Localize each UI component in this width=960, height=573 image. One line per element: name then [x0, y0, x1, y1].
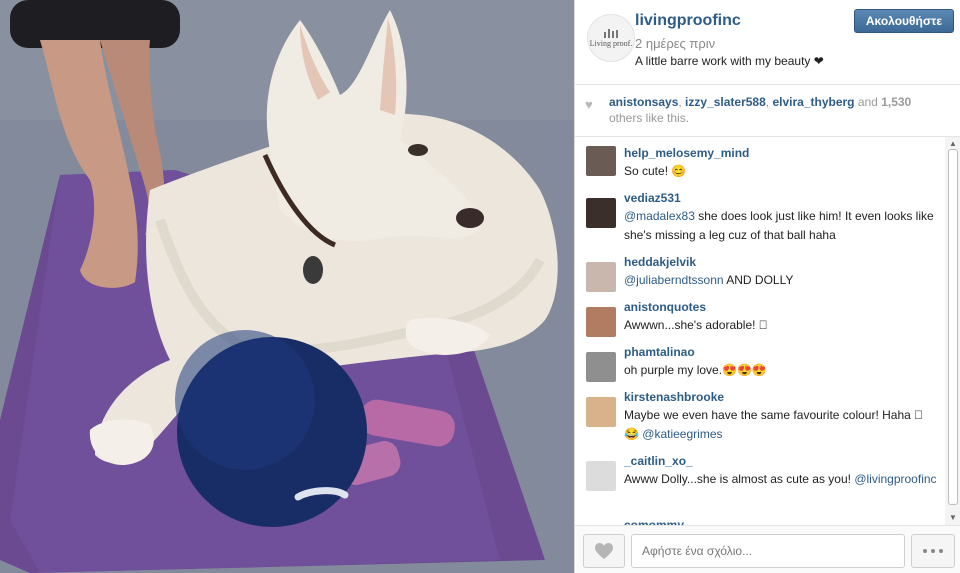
comment-mention[interactable]: @madalex83	[624, 209, 695, 223]
comment-text: @madalex83 she does look just like him! …	[624, 207, 937, 245]
post-caption: A little barre work with my beauty ❤	[635, 54, 824, 68]
scroll-down-arrow-icon[interactable]: ▼	[948, 513, 958, 523]
comments-scrollbar[interactable]: ▲ ▼	[945, 137, 960, 525]
comment-text-body: Awww Dolly...she is almost as cute as yo…	[624, 472, 855, 486]
likes-line: anistonsays, izzy_slater588, elvira_thyb…	[609, 94, 951, 110]
likes-and-text: and	[854, 95, 882, 109]
comment-mention[interactable]: @katieegrimes	[642, 427, 722, 441]
comment-input[interactable]	[631, 534, 905, 568]
comment-avatar[interactable]	[586, 461, 616, 491]
post-photo[interactable]	[0, 0, 574, 573]
comment-username[interactable]: comommy	[624, 516, 937, 525]
comment-item: phamtalinao oh purple my love.😍😍😍	[575, 343, 945, 382]
heart-icon	[595, 543, 613, 559]
comment-avatar[interactable]	[586, 397, 616, 427]
comment-text: Maybe we even have the same favourite co…	[624, 406, 937, 444]
comment-item: heddakjelvik @juliaberndtssonn AND DOLLY	[575, 253, 945, 292]
comment-avatar[interactable]	[586, 262, 616, 292]
comment-username[interactable]: help_melosemy_mind	[624, 144, 937, 162]
instagram-post-viewer: Living proof. livingproofinc 2 ημέρες πρ…	[0, 0, 960, 573]
like-button[interactable]	[583, 534, 625, 568]
comment-avatar[interactable]	[586, 352, 616, 382]
comment-item: kirstenashbrooke Maybe we even have the …	[575, 388, 945, 444]
comment-item: help_melosemy_mind So cute! 😊	[575, 137, 945, 181]
heart-icon: ♥	[585, 97, 593, 112]
comment-text: So cute! 😊	[624, 164, 687, 178]
comment-mention[interactable]: @livingproofinc	[854, 472, 936, 486]
liker-link[interactable]: izzy_slater588	[685, 95, 766, 109]
comment-text: Awwwn...she's adorable! 🏻	[624, 318, 768, 332]
comment-item: _caitlin_xo_ Awww Dolly...she is almost …	[575, 452, 945, 491]
comments-list: help_melosemy_mind So cute! 😊 vediaz531 …	[575, 137, 945, 525]
likes-others-text: others like this.	[609, 111, 690, 125]
scrollbar-thumb[interactable]	[948, 149, 958, 505]
likes-count[interactable]: 1,530	[881, 95, 911, 109]
comment-text-body: AND DOLLY	[723, 273, 794, 287]
comment-username[interactable]: vediaz531	[624, 189, 937, 207]
liker-link[interactable]: elvira_thyberg	[772, 95, 854, 109]
photo-illustration	[0, 0, 574, 573]
comment-text: Awww Dolly...she is almost as cute as yo…	[624, 470, 937, 489]
comment-mention[interactable]: @juliaberndtssonn	[624, 273, 724, 287]
comment-item: comommy	[575, 516, 945, 525]
comment-text: oh purple my love.😍😍😍	[624, 363, 767, 377]
follow-button[interactable]: Ακολουθήστε	[854, 9, 954, 33]
comment-username[interactable]: heddakjelvik	[624, 253, 937, 271]
comment-username[interactable]: phamtalinao	[624, 343, 937, 361]
comment-avatar[interactable]	[586, 198, 616, 228]
comment-username[interactable]: anistonquotes	[624, 298, 937, 316]
comment-footer	[575, 525, 960, 573]
post-timestamp[interactable]: 2 ημέρες πριν	[635, 36, 715, 51]
post-username[interactable]: livingproofinc	[635, 12, 741, 30]
comment-username[interactable]: _caitlin_xo_	[624, 452, 937, 470]
comment-avatar[interactable]	[586, 307, 616, 337]
avatar[interactable]: Living proof.	[587, 14, 635, 62]
more-dots-icon	[923, 549, 927, 553]
comment-avatar[interactable]	[586, 146, 616, 176]
comment-text: @juliaberndtssonn AND DOLLY	[624, 271, 937, 290]
more-dots-icon	[939, 549, 943, 553]
more-options-button[interactable]	[911, 534, 955, 568]
post-side-panel: Living proof. livingproofinc 2 ημέρες πρ…	[574, 0, 960, 573]
scroll-up-arrow-icon[interactable]: ▲	[948, 139, 958, 149]
comment-item: vediaz531 @madalex83 she does look just …	[575, 189, 945, 245]
comment-item: anistonquotes Awwwn...she's adorable! 🏻	[575, 298, 945, 337]
more-dots-icon	[931, 549, 935, 553]
likes-summary: ♥ anistonsays, izzy_slater588, elvira_th…	[575, 84, 960, 137]
liker-link[interactable]: anistonsays	[609, 95, 678, 109]
avatar-logo-text: Living proof.	[589, 38, 633, 48]
post-header: Living proof. livingproofinc 2 ημέρες πρ…	[575, 0, 960, 84]
logo-mark-icon	[604, 28, 618, 38]
comment-username[interactable]: kirstenashbrooke	[624, 388, 937, 406]
